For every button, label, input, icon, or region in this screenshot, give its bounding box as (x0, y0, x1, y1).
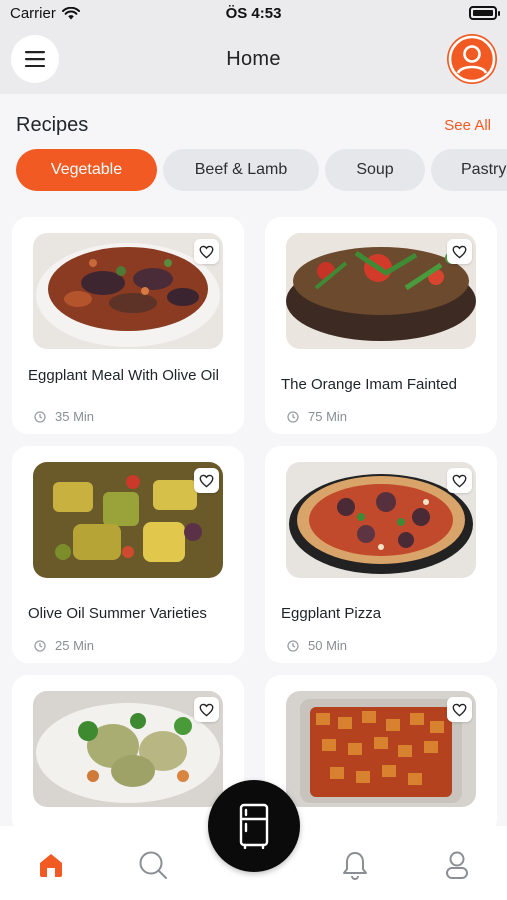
recipe-name: Olive Oil Summer Varieties (28, 605, 207, 622)
recipe-time-label: 25 Min (55, 638, 95, 653)
favorite-button[interactable] (447, 239, 472, 264)
recipe-time: 50 Min (287, 638, 347, 653)
section-title: Recipes (16, 114, 89, 136)
category-chip-soup[interactable]: Soup (325, 149, 425, 191)
recipe-card[interactable]: Eggplant Pizza 50 Min (265, 446, 497, 663)
fridge-fab-button[interactable] (208, 780, 300, 872)
status-time: ÖS 4:53 (225, 5, 282, 22)
page-title: Home (226, 48, 281, 70)
category-chip-vegetable[interactable]: Vegetable (16, 149, 157, 191)
battery-icon (469, 6, 500, 20)
status-bar: Carrier ÖS 4:53 (0, 0, 507, 28)
fridge-icon (239, 803, 269, 849)
clock-icon (287, 639, 299, 652)
tab-home[interactable] (34, 848, 68, 882)
clock-icon (34, 410, 46, 423)
recipe-name: Eggplant Pizza (281, 605, 382, 622)
recipe-card[interactable]: The Orange Imam Fainted 75 Min (265, 217, 497, 434)
home-icon (40, 854, 62, 877)
recipe-time: 75 Min (287, 409, 347, 424)
favorite-button[interactable] (194, 697, 219, 722)
recipe-card[interactable]: Eggplant Meal With Olive Oil 35 Min (12, 217, 244, 434)
heart-icon (199, 245, 214, 258)
recipe-time: 35 Min (34, 409, 94, 424)
tab-search[interactable] (136, 848, 170, 882)
search-icon (139, 851, 167, 879)
profile-avatar-button[interactable] (447, 34, 497, 84)
recipe-card[interactable]: Olive Oil Summer Varieties 25 Min (12, 446, 244, 663)
bell-icon (343, 852, 367, 880)
profile-icon (446, 851, 468, 879)
tab-profile[interactable] (440, 848, 474, 882)
recipe-time: 25 Min (34, 638, 94, 653)
recipe-name: Eggplant Meal With Olive Oil (28, 367, 219, 384)
user-avatar-icon (448, 35, 496, 83)
recipe-name: The Orange Imam Fainted (281, 376, 457, 393)
category-chip-pastry[interactable]: Pastry (431, 149, 507, 191)
recipe-card[interactable] (265, 675, 497, 835)
favorite-button[interactable] (194, 239, 219, 264)
category-chips: Vegetable Beef & Lamb Soup Pastry (16, 149, 507, 191)
recipe-time-label: 50 Min (308, 638, 348, 653)
recipe-time-label: 35 Min (55, 409, 95, 424)
clock-icon (287, 410, 299, 423)
category-chip-beef-lamb[interactable]: Beef & Lamb (163, 149, 319, 191)
heart-icon (452, 245, 467, 258)
heart-icon (199, 703, 214, 716)
favorite-button[interactable] (447, 697, 472, 722)
top-bar: Carrier ÖS 4:53 Home (0, 0, 507, 94)
heart-icon (452, 474, 467, 487)
favorite-button[interactable] (447, 468, 472, 493)
clock-icon (34, 639, 46, 652)
favorite-button[interactable] (194, 468, 219, 493)
tab-notifications[interactable] (338, 848, 372, 882)
heart-icon (452, 703, 467, 716)
recipe-time-label: 75 Min (308, 409, 348, 424)
heart-icon (199, 474, 214, 487)
see-all-link[interactable]: See All (444, 117, 491, 134)
recipes-section-header: Recipes See All (16, 114, 491, 140)
